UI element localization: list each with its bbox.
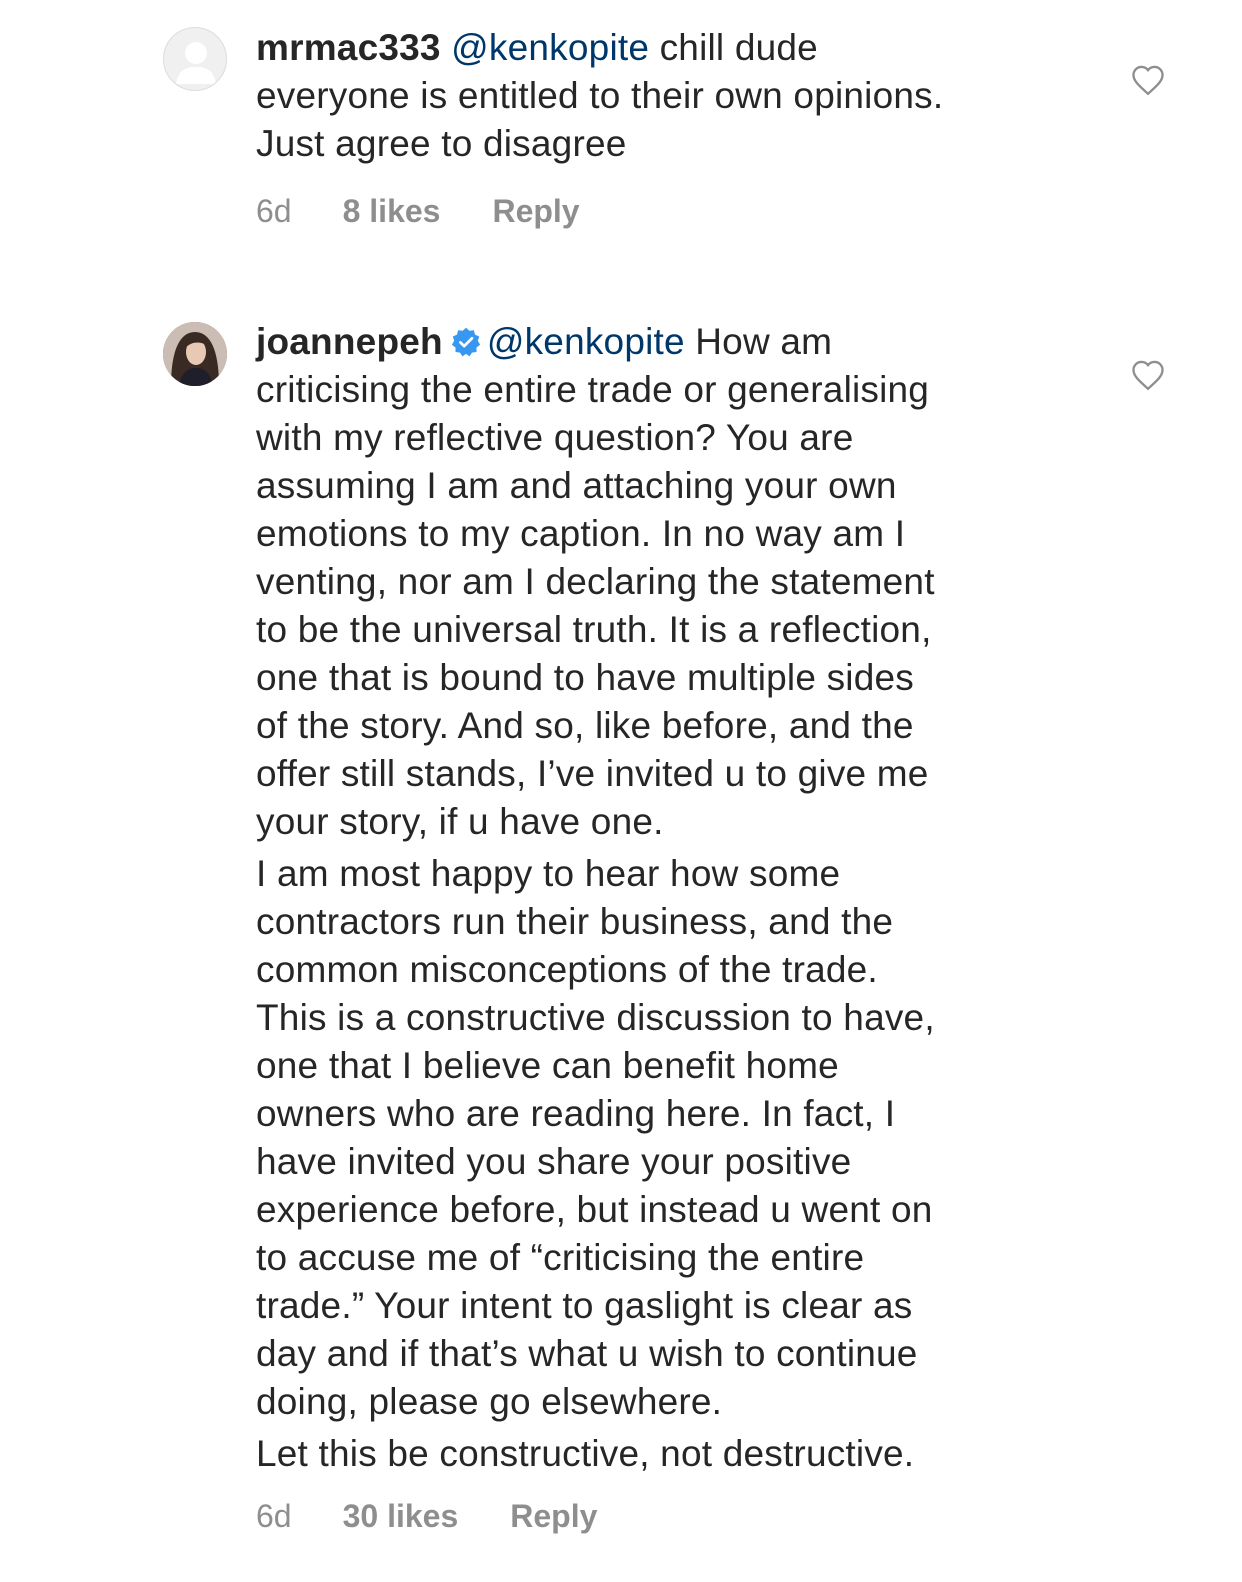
comment-username[interactable]: mrmac333: [256, 27, 441, 68]
reply-button[interactable]: Reply: [492, 193, 579, 230]
likes-count[interactable]: 30 likes: [343, 1498, 459, 1535]
comment-paragraph: Let this be constructive, not destructiv…: [256, 1433, 915, 1474]
comment-paragraph: I am most happy to hear how some contrac…: [256, 853, 935, 1422]
profile-photo-avatar[interactable]: [163, 322, 227, 386]
comment-text: mrmac333 @kenkopite chill dude everyone …: [256, 24, 1076, 168]
comment-time: 6d: [256, 1498, 292, 1534]
comment-meta: 6d 8 likes Reply: [256, 193, 580, 230]
verified-badge-icon: [451, 327, 480, 357]
comment-paragraph: mrmac333 @kenkopite chill dude everyone …: [256, 24, 1076, 168]
person-silhouette-icon: [176, 42, 216, 84]
mention-link[interactable]: @kenkopite: [487, 321, 685, 362]
heart-outline-icon[interactable]: [1130, 359, 1166, 391]
comment-time: 6d: [256, 193, 292, 229]
comment-paragraph: joannepeh @kenkopite How am criticising t…: [256, 318, 1076, 846]
default-avatar[interactable]: [163, 27, 227, 91]
comment-paragraph-text: How am criticising the entire trade or g…: [256, 321, 935, 842]
comment-text: joannepeh @kenkopite How am criticising t…: [256, 318, 1076, 1478]
heart-outline-icon[interactable]: [1130, 64, 1166, 96]
comment-meta: 6d 30 likes Reply: [256, 1498, 597, 1535]
comment-username[interactable]: joannepeh: [256, 321, 443, 362]
mention-link[interactable]: @kenkopite: [451, 27, 649, 68]
profile-photo-image: [163, 322, 227, 386]
reply-button[interactable]: Reply: [510, 1498, 597, 1535]
likes-count[interactable]: 8 likes: [343, 193, 441, 230]
